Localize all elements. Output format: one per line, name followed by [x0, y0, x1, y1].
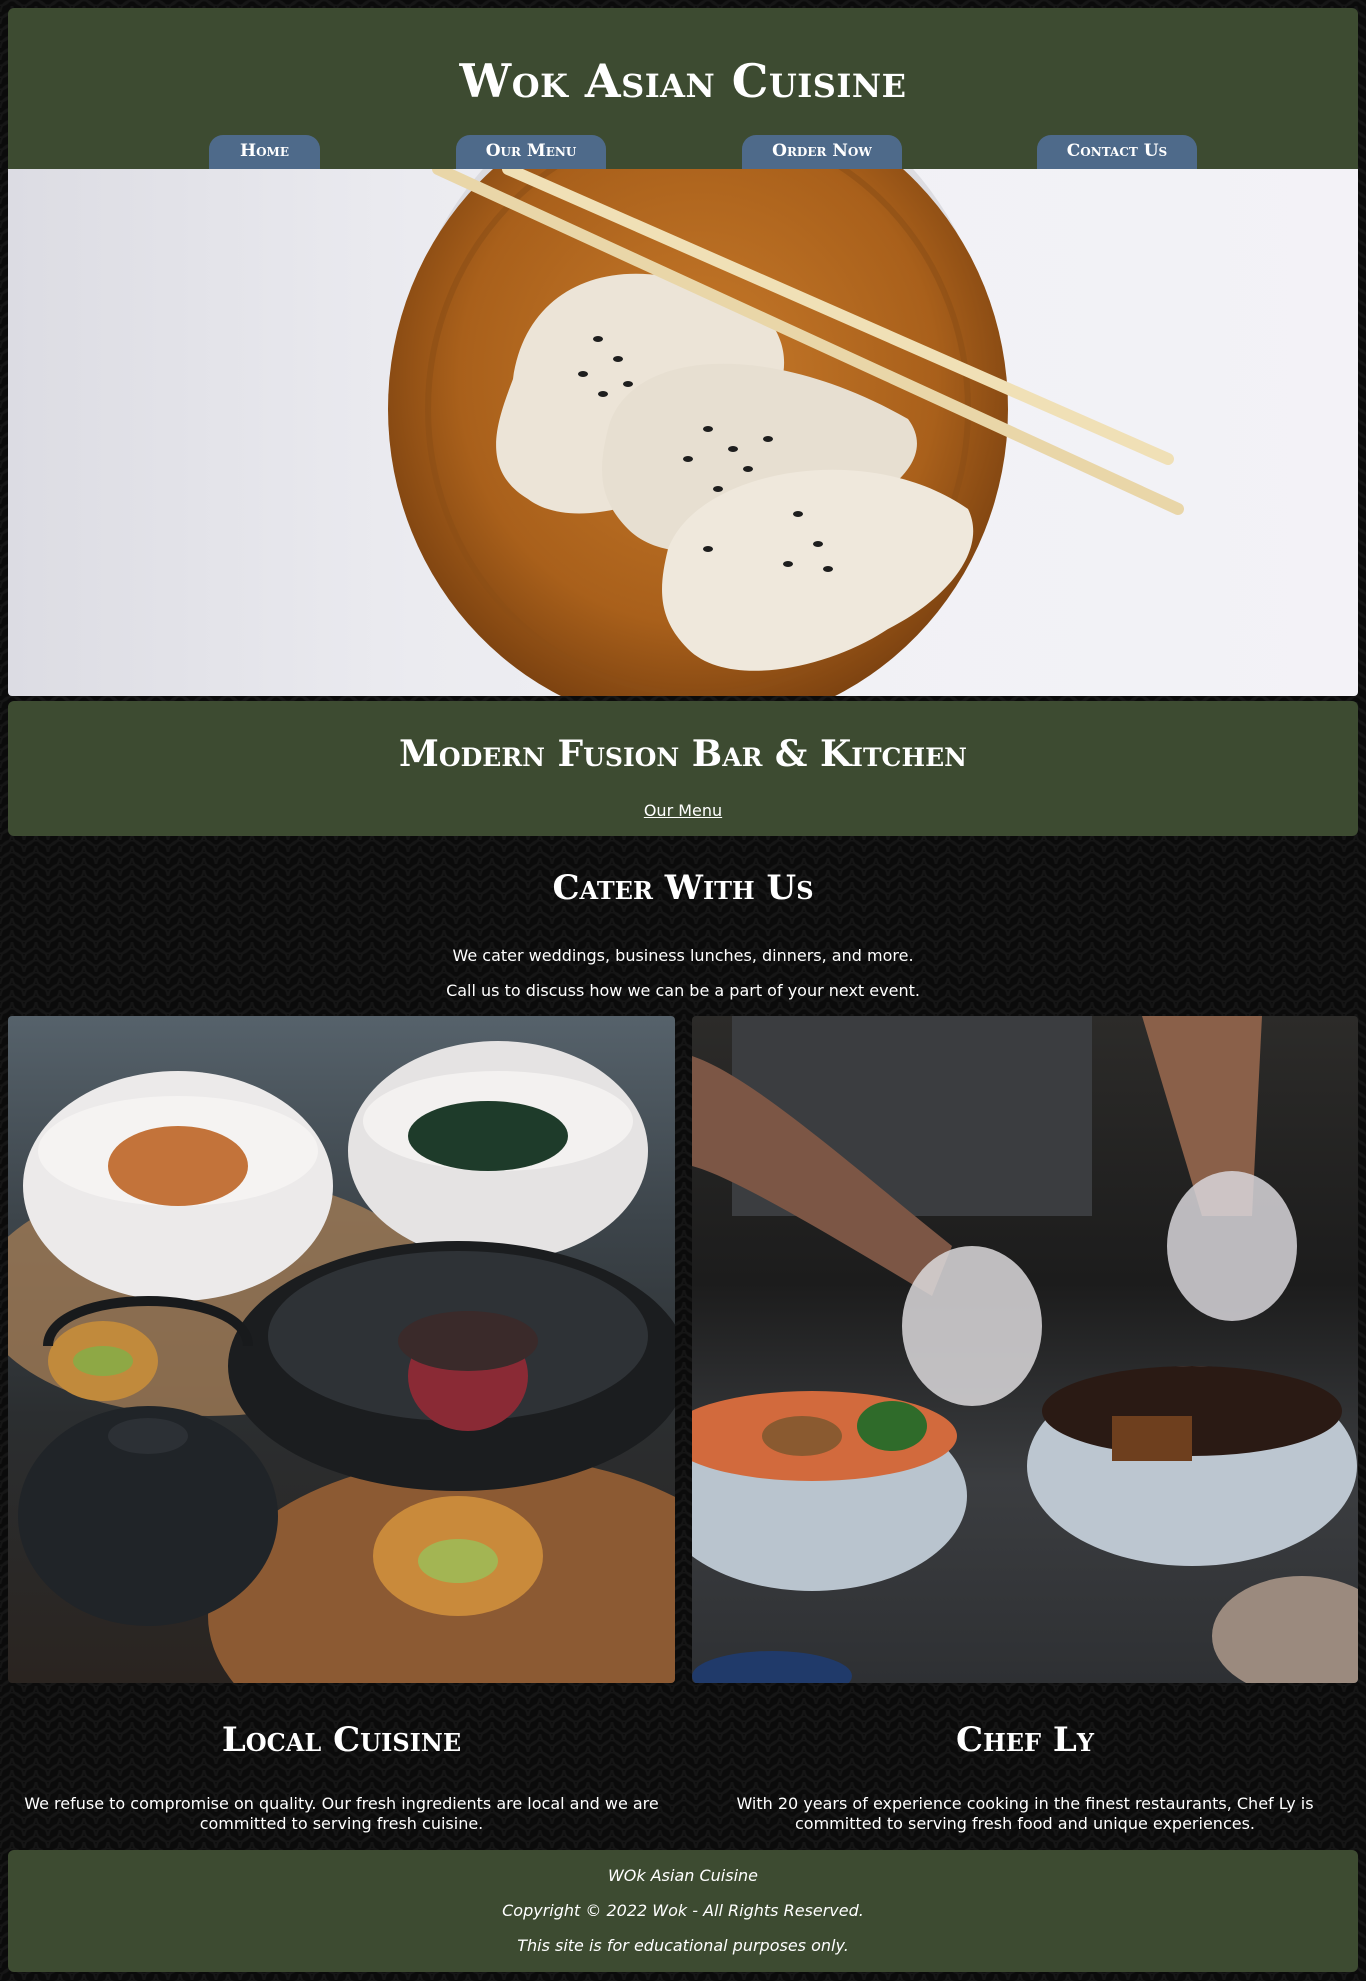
hero-image — [8, 169, 1358, 696]
nav-order-now-link[interactable]: Order Now — [742, 135, 902, 169]
banner-title: Modern Fusion Bar & Kitchen — [399, 733, 967, 775]
cater-text-line-1: We cater weddings, business lunches, din… — [452, 946, 914, 965]
footer-copyright: Copyright © 2022 Wok - All Rights Reserv… — [502, 1901, 864, 1920]
footer-disclaimer: This site is for educational purposes on… — [517, 1936, 849, 1955]
local-cuisine-title: Local Cuisine — [221, 1720, 462, 1760]
chef-ramen-photo — [692, 1016, 1358, 1683]
nav-home-link[interactable]: Home — [209, 135, 320, 169]
local-cuisine-text: We refuse to compromise on quality. Our … — [24, 1794, 659, 1833]
site-header: Wok Asian Cuisine Home Our Menu Order No… — [8, 8, 1358, 169]
site-title: Wok Asian Cuisine — [459, 54, 907, 108]
fusion-banner: Modern Fusion Bar & Kitchen Our Menu — [8, 701, 1358, 836]
nav-contact-us-link[interactable]: Contact Us — [1037, 135, 1197, 169]
cater-title: Cater With Us — [552, 868, 814, 908]
rice-bowls-photo — [8, 1016, 675, 1683]
nav-our-menu-link[interactable]: Our Menu — [456, 135, 606, 169]
cater-text-line-2: Call us to discuss how we can be a part … — [446, 981, 920, 1000]
chef-ly-title: Chef Ly — [956, 1720, 1094, 1760]
our-menu-link[interactable]: Our Menu — [8, 801, 1358, 820]
dumplings-illustration — [388, 169, 1184, 696]
site-footer: WOk Asian Cuisine Copyright © 2022 Wok -… — [8, 1850, 1358, 1972]
footer-brand: WOk Asian Cuisine — [607, 1866, 759, 1885]
chef-ly-text: With 20 years of experience cooking in t… — [736, 1794, 1314, 1833]
